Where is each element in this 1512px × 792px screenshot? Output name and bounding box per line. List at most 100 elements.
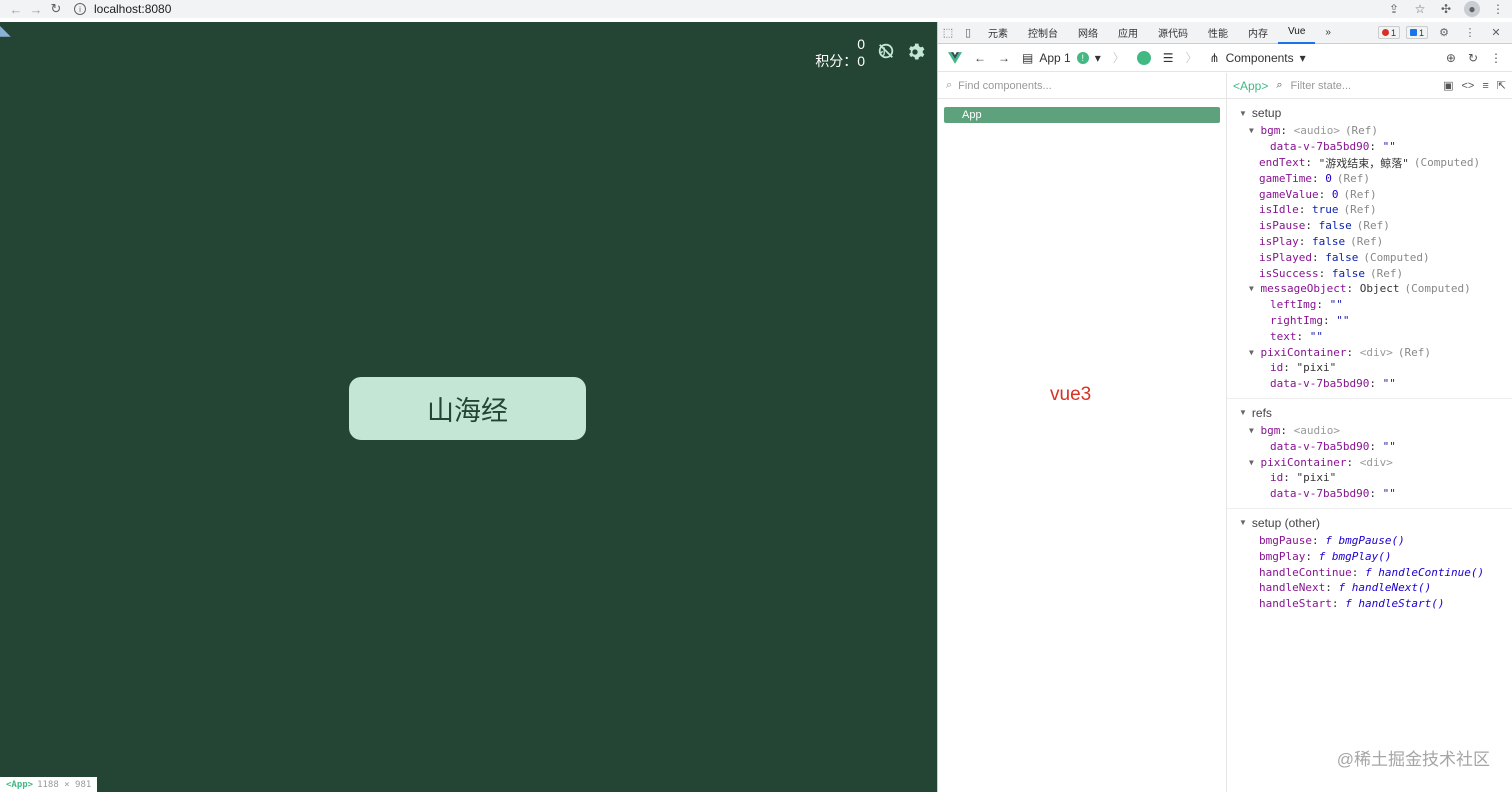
filter-search-icon: ⌕: [1276, 79, 1283, 91]
watermark: @稀土掘金技术社区: [1336, 750, 1490, 769]
separator-icon-2: 〉: [1185, 51, 1198, 65]
browser-menu-icon[interactable]: ⋮: [1490, 1, 1506, 17]
error-count: 1: [1390, 27, 1396, 38]
inspect-dom-icon[interactable]: ≡: [1482, 80, 1488, 92]
forward-icon[interactable]: →: [26, 1, 46, 17]
history-back-icon[interactable]: ←: [974, 51, 986, 65]
prop-value: "": [1382, 487, 1396, 501]
state-row[interactable]: text: "": [1227, 328, 1512, 344]
prop-key: leftImg: [1270, 298, 1317, 312]
state-row[interactable]: id: "pixi": [1227, 470, 1512, 486]
state-header: <App> ⌕ Filter state... ▣ <> ≡ ⇱: [1227, 73, 1512, 99]
extensions-icon[interactable]: ✣: [1438, 1, 1454, 17]
select-component-icon[interactable]: ⊕: [1446, 51, 1456, 65]
expand-triangle-icon: ▼: [1249, 457, 1254, 467]
address-bar[interactable]: i localhost:8080: [74, 2, 171, 16]
state-row[interactable]: isPause: false (Ref): [1227, 218, 1512, 234]
tab-application[interactable]: 应用: [1108, 22, 1148, 44]
prop-value: <audio>: [1293, 124, 1340, 138]
prop-note: (Ref): [1356, 219, 1390, 233]
devtools-close-icon[interactable]: ✕: [1486, 23, 1506, 43]
tab-sources[interactable]: 源代码: [1148, 22, 1198, 44]
state-row[interactable]: isPlayed: false (Computed): [1227, 249, 1512, 265]
device-toolbar-icon[interactable]: ▯: [958, 23, 978, 43]
state-row[interactable]: rightImg: "": [1227, 313, 1512, 329]
tab-performance[interactable]: 性能: [1198, 22, 1238, 44]
prop-key: handleContinue: [1259, 565, 1352, 579]
state-row[interactable]: ▼ pixiContainer: <div>: [1227, 454, 1512, 470]
error-count-badge[interactable]: 1: [1377, 26, 1400, 39]
settings-gear-icon[interactable]: [905, 42, 925, 62]
show-render-code-icon[interactable]: <>: [1462, 80, 1475, 92]
reload-icon[interactable]: ↻: [46, 1, 66, 17]
prop-key: isPlay: [1259, 234, 1299, 248]
tab-console[interactable]: 控制台: [1018, 22, 1068, 44]
error-icon: [1381, 29, 1389, 36]
start-game-button[interactable]: 山海经: [349, 377, 586, 440]
find-components-input[interactable]: ⌕ Find components...: [938, 73, 1226, 99]
history-forward-icon[interactable]: →: [998, 51, 1010, 65]
prop-note: (Ref): [1397, 345, 1432, 359]
state-row[interactable]: gameValue: 0 (Ref): [1227, 186, 1512, 202]
state-row[interactable]: handleNext: f handleNext(): [1227, 580, 1512, 596]
game-time: 0: [857, 36, 865, 52]
more-options-icon[interactable]: ⋮: [1490, 51, 1502, 65]
tab-elements[interactable]: 元素: [978, 22, 1018, 44]
state-row[interactable]: data-v-7ba5bd90: "": [1227, 438, 1512, 454]
state-row[interactable]: ▼ bgm: <audio> (Ref): [1227, 123, 1512, 139]
site-info-icon[interactable]: i: [74, 3, 86, 15]
prop-key: data-v-7ba5bd90: [1270, 377, 1370, 391]
state-row[interactable]: leftImg: "": [1227, 297, 1512, 313]
app-selector[interactable]: ▤ App 1 ! ▾: [1022, 51, 1101, 65]
state-row[interactable]: data-v-7ba5bd90: "": [1227, 376, 1512, 392]
timeline-icon[interactable]: ☰: [1163, 51, 1174, 65]
open-in-editor-icon[interactable]: ⇱: [1497, 79, 1506, 92]
state-row[interactable]: isPlay: false (Ref): [1227, 234, 1512, 250]
state-row[interactable]: ▼ pixiContainer: <div> (Ref): [1227, 344, 1512, 360]
state-row[interactable]: bmgPause: f bmgPause(): [1227, 533, 1512, 549]
prop-value: f handleNext(): [1338, 581, 1432, 595]
prop-key: id: [1270, 361, 1284, 375]
state-row[interactable]: endText: "游戏结束，鲸落" (Computed): [1227, 155, 1512, 171]
state-row[interactable]: ▼ messageObject: Object (Computed): [1227, 281, 1512, 297]
back-icon[interactable]: ←: [6, 1, 26, 17]
section-toggle-setup[interactable]: ▼ setup: [1227, 103, 1512, 123]
components-tree-icon: ⋔: [1209, 50, 1220, 65]
prop-value: false: [1331, 266, 1365, 280]
tab-vue[interactable]: Vue: [1278, 22, 1316, 44]
music-mute-icon[interactable]: [877, 42, 895, 60]
prop-note: (Ref): [1336, 171, 1370, 185]
share-icon[interactable]: ⇪: [1386, 1, 1402, 17]
state-row[interactable]: data-v-7ba5bd90: "": [1227, 139, 1512, 155]
state-row[interactable]: id: "pixi": [1227, 360, 1512, 376]
tree-node-app[interactable]: App: [944, 107, 1220, 123]
refresh-icon[interactable]: ↻: [1468, 51, 1478, 65]
tab-memory[interactable]: 内存: [1238, 22, 1278, 44]
profile-avatar-icon[interactable]: ●: [1464, 1, 1480, 17]
browser-toolbar: ← → ↻ i localhost:8080 ⇪ ☆ ✣ ● ⋮: [0, 0, 1512, 18]
state-row[interactable]: data-v-7ba5bd90: "": [1227, 486, 1512, 502]
message-count-badge[interactable]: 1: [1405, 26, 1428, 39]
state-row[interactable]: bmgPlay: f bmgPlay(): [1227, 548, 1512, 564]
section-toggle-refs[interactable]: ▼ refs: [1227, 403, 1512, 423]
devtools-settings-icon[interactable]: ⚙: [1434, 23, 1454, 43]
state-row[interactable]: handleContinue: f handleContinue(): [1227, 564, 1512, 580]
tab-network[interactable]: 网络: [1068, 22, 1108, 44]
bookmark-star-icon[interactable]: ☆: [1412, 1, 1428, 17]
scroll-to-component-icon[interactable]: ▣: [1443, 79, 1453, 92]
collapse-triangle-icon: ▼: [1239, 518, 1247, 528]
more-tabs-icon[interactable]: »: [1315, 22, 1341, 44]
inspect-element-icon[interactable]: ⬚: [938, 23, 958, 43]
devtools-menu-icon[interactable]: ⋮: [1460, 23, 1480, 43]
state-row[interactable]: gameTime: 0 (Ref): [1227, 170, 1512, 186]
state-row[interactable]: ▼ bgm: <audio>: [1227, 423, 1512, 439]
inspector-compass-icon[interactable]: [1136, 50, 1151, 65]
prop-key: bgm: [1260, 423, 1281, 437]
view-selector[interactable]: ⋔ Components ▾: [1210, 51, 1306, 65]
state-row[interactable]: handleStart: f handleStart(): [1227, 596, 1512, 612]
filter-state-input[interactable]: Filter state...: [1291, 80, 1436, 92]
state-row[interactable]: isSuccess: false (Ref): [1227, 265, 1512, 281]
state-row[interactable]: isIdle: true (Ref): [1227, 202, 1512, 218]
prop-value: "": [1336, 313, 1350, 327]
section-toggle-setup-other[interactable]: ▼ setup (other): [1227, 513, 1512, 533]
